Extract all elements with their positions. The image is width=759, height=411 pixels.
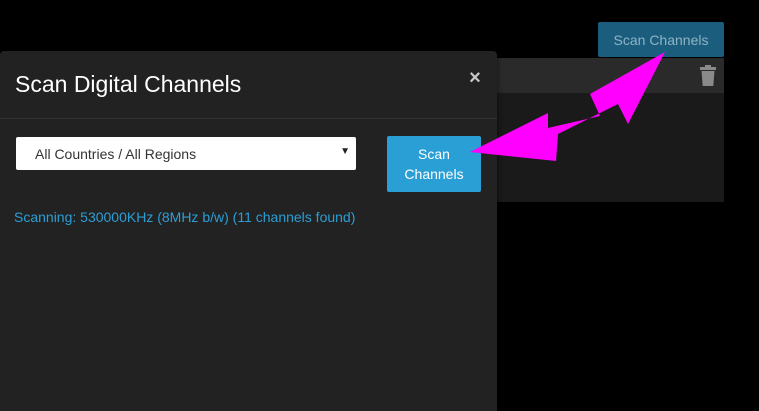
close-icon[interactable]: × [466, 67, 484, 89]
scan-status-text: Scanning: 530000KHz (8MHz b/w) (11 chann… [14, 209, 356, 225]
scan-digital-channels-dialog: Scan Digital Channels × All Countries / … [0, 51, 497, 411]
dialog-header: Scan Digital Channels × [0, 51, 497, 119]
region-select[interactable]: All Countries / All Regions ▼ [16, 137, 356, 170]
trash-icon[interactable] [698, 65, 718, 87]
dialog-title: Scan Digital Channels [15, 71, 242, 97]
region-select-value: All Countries / All Regions [35, 145, 197, 162]
caret-down-icon: ▼ [340, 146, 350, 157]
scan-channels-button[interactable]: Scan Channels [387, 136, 481, 192]
background-scan-channels-button[interactable]: Scan Channels [598, 22, 724, 57]
background-panel-header [490, 58, 724, 93]
background-channel-panel [490, 58, 724, 202]
